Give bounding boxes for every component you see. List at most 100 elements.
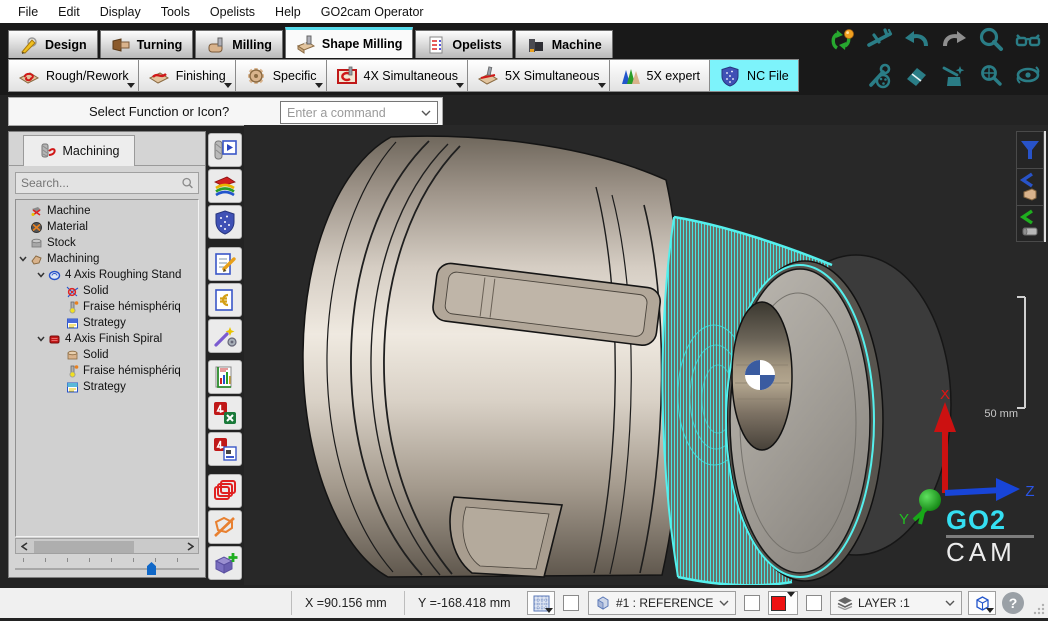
tree-item-stock[interactable]: Stock — [16, 235, 198, 251]
menu-go2cam-operator[interactable]: GO2cam Operator — [311, 0, 434, 23]
tree-item-solid[interactable]: Solid — [16, 347, 198, 363]
machining-node-icon — [30, 253, 43, 266]
slider-track[interactable] — [15, 568, 199, 570]
redo-icon — [940, 26, 968, 54]
zoom-button[interactable] — [977, 26, 1005, 54]
nc-file-button[interactable] — [208, 205, 242, 239]
edit-document-button[interactable] — [208, 247, 242, 281]
command-placeholder: Enter a command — [287, 106, 421, 120]
tree-item-finish-op[interactable]: 4 Axis Finish Spiral — [16, 331, 198, 347]
pdf-machine-icon — [212, 436, 238, 462]
eraser-button[interactable] — [903, 62, 931, 90]
scrollbar-thumb[interactable] — [34, 541, 134, 553]
sync-drop-button[interactable] — [829, 26, 857, 54]
undo-button[interactable] — [903, 26, 931, 54]
menu-help[interactable]: Help — [265, 0, 311, 23]
report-button[interactable] — [208, 360, 242, 394]
edit-document-icon — [212, 251, 238, 277]
magic-extract-button[interactable] — [940, 62, 968, 90]
chevron-down-icon — [787, 592, 795, 597]
prev-stock-button[interactable] — [1016, 205, 1044, 242]
quick-icons-row2 — [866, 62, 1042, 90]
tree-zoom-slider[interactable] — [11, 556, 204, 577]
menu-file[interactable]: File — [8, 0, 48, 23]
zoom-window-button[interactable] — [977, 62, 1005, 90]
help-button[interactable]: ? — [1002, 592, 1024, 614]
chevron-down-icon — [421, 110, 431, 116]
search-input[interactable] — [16, 176, 181, 190]
review-glasses-icon — [1014, 26, 1042, 54]
tool-settings-button[interactable] — [866, 62, 894, 90]
axis-y-label: Y — [899, 511, 909, 528]
tab-machine[interactable]: Machine — [515, 30, 613, 58]
menu-display[interactable]: Display — [90, 0, 151, 23]
command-combobox[interactable]: Enter a command — [280, 101, 438, 124]
resize-grip[interactable] — [1033, 603, 1045, 615]
active-color-dropdown[interactable] — [768, 591, 798, 615]
menu-tools[interactable]: Tools — [151, 0, 200, 23]
reference-visibility-checkbox[interactable] — [563, 595, 579, 611]
simulation-button[interactable] — [208, 133, 242, 167]
search-icon — [181, 175, 194, 191]
tab-design[interactable]: Design — [8, 30, 98, 58]
expander-icon[interactable] — [16, 256, 30, 262]
tab-opelists[interactable]: Opelists — [415, 30, 512, 58]
scroll-left-button[interactable] — [16, 539, 32, 553]
tree-label: Stock — [47, 237, 76, 249]
export-pdf-excel-button[interactable] — [208, 396, 242, 430]
hide-profile-button[interactable] — [208, 510, 242, 544]
chevron-down-icon — [127, 83, 135, 88]
slider-handle[interactable] — [147, 562, 156, 575]
chevron-down-icon — [719, 600, 729, 606]
layer-visibility-checkbox[interactable] — [806, 595, 822, 611]
view-orientation-button[interactable] — [968, 591, 996, 615]
tab-turning[interactable]: Turning — [100, 30, 194, 58]
subtab-5x-simultaneous[interactable]: 5X Simultaneous — [468, 59, 610, 92]
tree-item-tool[interactable]: Fraise hémisphériq — [16, 363, 198, 379]
subtab-finishing[interactable]: Finishing — [139, 59, 236, 92]
tree-item-strategy[interactable]: Strategy — [16, 379, 198, 395]
tree-horizontal-scrollbar[interactable] — [15, 538, 199, 554]
caliper-button[interactable] — [866, 26, 894, 54]
render-colors-button[interactable] — [208, 169, 242, 203]
cost-document-button[interactable] — [208, 283, 242, 317]
subtab-5x-expert[interactable]: 5X expert — [610, 59, 711, 92]
review-glasses-button[interactable] — [1014, 26, 1042, 54]
tab-machining-panel[interactable]: Machining — [23, 135, 135, 166]
expander-icon[interactable] — [34, 336, 48, 342]
scroll-right-button[interactable] — [182, 539, 198, 553]
menu-opelists[interactable]: Opelists — [200, 0, 265, 23]
turning-part-icon — [111, 35, 131, 55]
prev-part-button[interactable] — [1016, 168, 1044, 205]
tree-item-solid[interactable]: Solid — [16, 283, 198, 299]
layer-select[interactable]: LAYER :1 — [830, 591, 962, 615]
tree-item-roughing-op[interactable]: 4 Axis Roughing Stand — [16, 267, 198, 283]
tab-milling[interactable]: Milling — [195, 30, 283, 58]
tab-shape-milling[interactable]: Shape Milling — [285, 27, 414, 58]
tree-item-machine[interactable]: Machine — [16, 203, 198, 219]
subtab-4x-simultaneous[interactable]: 4X Simultaneous — [327, 59, 469, 92]
subtab-rough-rework[interactable]: Rough/Rework — [8, 59, 139, 92]
pdf-machine-button[interactable] — [208, 432, 242, 466]
color-apply-checkbox[interactable] — [744, 595, 760, 611]
add-solid-button[interactable] — [208, 546, 242, 580]
viewport-side-toolbar — [1016, 131, 1046, 242]
tree-item-material[interactable]: Material — [16, 219, 198, 235]
refresh-view-button[interactable] — [1014, 62, 1042, 90]
filter-button[interactable] — [1016, 131, 1044, 168]
tree-item-tool[interactable]: Fraise hémisphériq — [16, 299, 198, 315]
subtab-nc-file[interactable]: NC File — [710, 59, 799, 92]
expander-icon[interactable] — [34, 272, 48, 278]
surfaces-button[interactable] — [208, 474, 242, 508]
tree-item-machining[interactable]: Machining — [16, 251, 198, 267]
magic-wand-button[interactable] — [208, 319, 242, 353]
tab-label: Milling — [232, 38, 272, 52]
menu-edit[interactable]: Edit — [48, 0, 90, 23]
panel-tab-label: Machining — [63, 144, 120, 158]
grid-toggle-button[interactable] — [527, 591, 555, 615]
tree-label: Solid — [83, 285, 109, 297]
tree-item-strategy[interactable]: Strategy — [16, 315, 198, 331]
subtab-specific[interactable]: Specific — [236, 59, 327, 92]
reference-select[interactable]: #1 : REFERENCE — [588, 591, 736, 615]
redo-button[interactable] — [940, 26, 968, 54]
